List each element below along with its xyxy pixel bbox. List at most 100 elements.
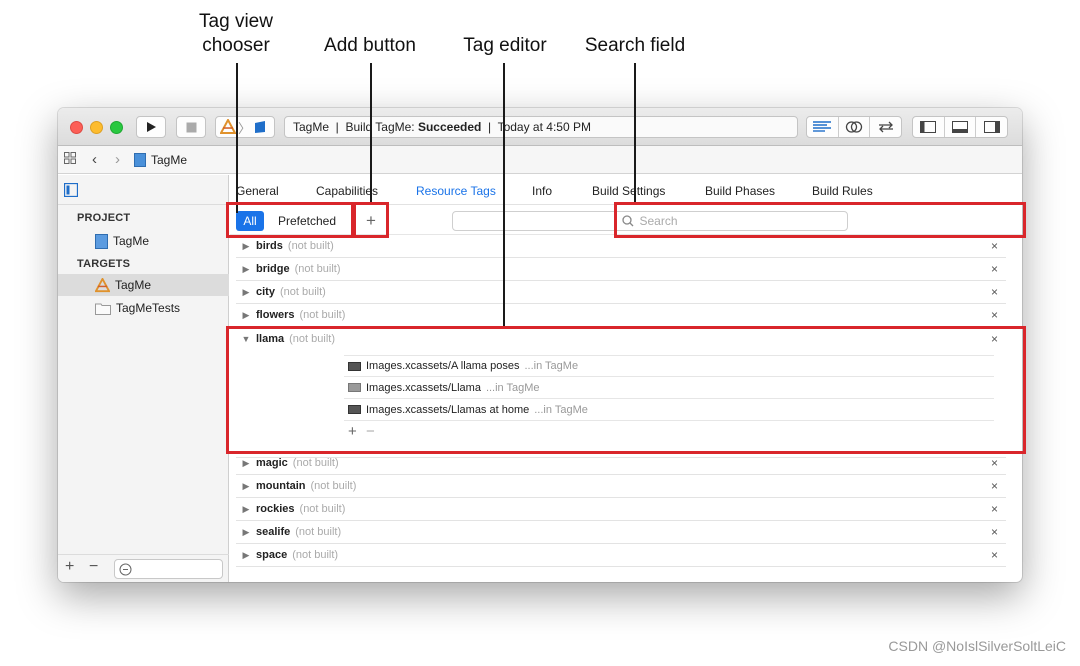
tag-row-flowers[interactable]: ▶ flowers (not built) × [236, 304, 1006, 327]
sidebar-item-target-tagmetests[interactable]: TagMeTests [58, 297, 229, 319]
disclosure-triangle-icon[interactable]: ▶ [236, 310, 256, 321]
view-toggle-group [912, 116, 1008, 138]
remove-tag-icon[interactable]: × [991, 308, 998, 322]
forward-button[interactable]: › [115, 151, 120, 168]
assistant-editor-button[interactable] [839, 117, 871, 137]
assistant-icon [845, 121, 863, 133]
jump-bar: ‹ › TagMe [58, 146, 1022, 174]
stop-button[interactable] [176, 116, 206, 138]
back-button[interactable]: ‹ [92, 151, 97, 168]
disclosure-triangle-icon[interactable]: ▶ [236, 287, 256, 298]
sidebar-item-project-tagme[interactable]: TagMe [58, 230, 229, 252]
tag-name: city [256, 286, 275, 298]
tag-row-city[interactable]: ▶ city (not built) × [236, 281, 1006, 304]
toggle-debug-button[interactable] [945, 117, 977, 137]
callout-add-button: Add button [324, 35, 416, 56]
standard-editor-button[interactable] [807, 117, 839, 137]
leader-line-tag-editor [503, 63, 505, 328]
add-target-button[interactable]: + [65, 558, 74, 576]
related-items-icon[interactable] [64, 152, 78, 167]
project-icon [95, 233, 108, 249]
folder-icon [95, 303, 111, 315]
tab-build-phases[interactable]: Build Phases [705, 184, 775, 198]
zoom-window-button[interactable] [110, 121, 123, 134]
filter-icon [119, 563, 132, 576]
tag-row-magic[interactable]: ▶ magic (not built) × [236, 452, 1006, 475]
tab-capabilities[interactable]: Capabilities [316, 184, 378, 198]
bottom-panel-icon [952, 121, 968, 133]
device-icon [255, 121, 266, 133]
section-project: PROJECT [77, 212, 131, 224]
tag-name: bridge [256, 263, 290, 275]
remove-target-button[interactable]: − [89, 558, 98, 576]
tag-row-rockies[interactable]: ▶ rockies (not built) × [236, 498, 1006, 521]
callout-tag-view-chooser: Tag view chooser [199, 11, 273, 56]
minimize-window-button[interactable] [90, 121, 103, 134]
toolbar: 〉 TagMe | Build TagMe: Succeeded | Today… [58, 108, 1022, 146]
tag-status: (not built) [279, 286, 326, 298]
editor-tabs: General Capabilities Resource Tags Info … [230, 175, 1022, 205]
scheme-selector[interactable]: 〉 [215, 116, 275, 138]
remove-tag-icon[interactable]: × [991, 502, 998, 516]
navigator-header [58, 175, 229, 205]
highlight-add-button [353, 202, 389, 238]
highlight-tag-view-chooser [226, 202, 354, 238]
disclosure-triangle-icon[interactable]: ▶ [236, 481, 256, 492]
tag-name: space [256, 549, 288, 561]
leader-line-tag-view-chooser [236, 63, 238, 213]
tag-name: mountain [256, 480, 306, 492]
callout-tag-editor: Tag editor [463, 35, 547, 56]
tag-status: (not built) [299, 503, 346, 515]
section-targets: TARGETS [77, 258, 131, 270]
lines-icon [813, 121, 832, 132]
sidebar-item-label: TagMeTests [116, 301, 181, 315]
run-button[interactable] [136, 116, 166, 138]
remove-tag-icon[interactable]: × [991, 456, 998, 470]
sidebar-item-target-tagme[interactable]: TagMe [58, 274, 229, 296]
activity-text: TagMe | Build TagMe: [293, 120, 418, 134]
close-window-button[interactable] [70, 121, 83, 134]
version-editor-button[interactable] [870, 117, 901, 137]
disclosure-triangle-icon[interactable]: ▶ [236, 527, 256, 538]
app-target-icon [95, 277, 110, 292]
disclosure-triangle-icon[interactable]: ▶ [236, 264, 256, 275]
remove-tag-icon[interactable]: × [991, 262, 998, 276]
jump-bar-file[interactable]: TagMe [151, 153, 187, 167]
disclosure-triangle-icon[interactable]: ▶ [236, 550, 256, 561]
tag-status: (not built) [294, 263, 341, 275]
tab-build-settings[interactable]: Build Settings [592, 184, 665, 198]
disclosure-triangle-icon[interactable]: ▶ [236, 458, 256, 469]
leader-line-search-field [634, 63, 636, 203]
tab-build-rules[interactable]: Build Rules [812, 184, 873, 198]
app-target-icon [220, 119, 236, 134]
chevron-right-icon: 〉 [238, 120, 252, 136]
remove-tag-icon[interactable]: × [991, 525, 998, 539]
tag-status: (not built) [310, 480, 357, 492]
leader-line-add-button [370, 63, 372, 203]
tag-row-sealife[interactable]: ▶ sealife (not built) × [236, 521, 1006, 544]
navigator-footer: + − [58, 554, 229, 582]
remove-tag-icon[interactable]: × [991, 548, 998, 562]
tag-row-space[interactable]: ▶ space (not built) × [236, 544, 1006, 567]
project-file-icon [134, 152, 146, 167]
tag-status: (not built) [292, 457, 339, 469]
tab-general[interactable]: General [236, 184, 279, 198]
tab-info[interactable]: Info [532, 184, 552, 198]
project-navigator: PROJECT TagMe TARGETS TagMe TagMeTests +… [58, 175, 229, 582]
remove-tag-icon[interactable]: × [991, 239, 998, 253]
disclosure-triangle-icon[interactable]: ▶ [236, 241, 256, 252]
tag-row-birds[interactable]: ▶ birds (not built) × [236, 235, 1006, 258]
sidebar-toggle-icon[interactable] [64, 183, 78, 197]
tag-row-mountain[interactable]: ▶ mountain (not built) × [236, 475, 1006, 498]
toggle-navigator-button[interactable] [913, 117, 945, 137]
tag-status: (not built) [295, 526, 342, 538]
tab-resource-tags[interactable]: Resource Tags [416, 184, 496, 198]
watermark-text: CSDN @NoIslSilverSoltLeiC [888, 638, 1066, 654]
remove-tag-icon[interactable]: × [991, 285, 998, 299]
remove-tag-icon[interactable]: × [991, 479, 998, 493]
disclosure-triangle-icon[interactable]: ▶ [236, 504, 256, 515]
tag-row-bridge[interactable]: ▶ bridge (not built) × [236, 258, 1006, 281]
toggle-utilities-button[interactable] [976, 117, 1007, 137]
sidebar-item-label: TagMe [113, 234, 150, 248]
navigator-filter-field[interactable] [114, 559, 223, 579]
